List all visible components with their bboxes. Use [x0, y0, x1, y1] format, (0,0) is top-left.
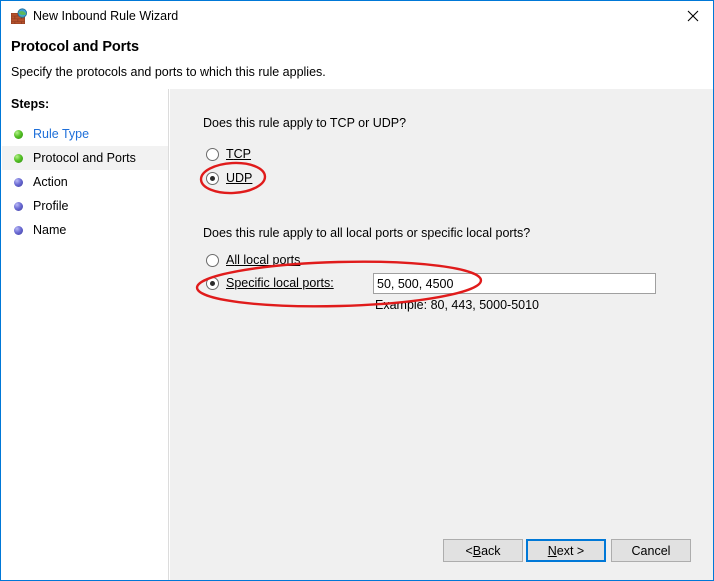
radio-udp-label: UDP — [226, 171, 253, 185]
radio-all-local-ports[interactable]: All local ports — [206, 253, 300, 267]
radio-udp-indicator — [206, 171, 219, 185]
ports-question: Does this rule apply to all local ports … — [203, 226, 531, 240]
title-bar: New Inbound Rule Wizard — [1, 1, 713, 32]
window-title: New Inbound Rule Wizard — [33, 9, 179, 23]
step-bullet-icon — [14, 201, 23, 211]
radio-udp[interactable]: UDP — [206, 171, 252, 185]
specific-local-ports-input[interactable] — [373, 273, 656, 294]
radio-tcp-indicator — [206, 147, 219, 161]
next-button[interactable]: Next > — [526, 539, 606, 562]
sidebar-item-protocol-and-ports[interactable]: Protocol and Ports — [2, 146, 168, 170]
step-bullet-icon — [14, 153, 23, 163]
back-button[interactable]: < Back — [443, 539, 523, 562]
step-bullet-icon — [14, 129, 23, 139]
ports-example-text: Example: 80, 443, 5000-5010 — [375, 298, 540, 312]
steps-sidebar: Steps: Rule Type Protocol and Ports Acti… — [2, 89, 169, 580]
sidebar-item-label: Protocol and Ports — [33, 151, 136, 165]
sidebar-item-label: Profile — [33, 199, 69, 213]
radio-all-local-ports-indicator — [206, 253, 219, 267]
radio-tcp[interactable]: TCP — [206, 147, 251, 161]
wizard-window: New Inbound Rule Wizard Protocol and Por… — [0, 0, 714, 581]
firewall-wall-globe-icon — [10, 8, 28, 26]
page-header: Protocol and Ports Specify the protocols… — [2, 32, 713, 89]
sidebar-item-rule-type[interactable]: Rule Type — [2, 122, 168, 146]
radio-tcp-label: TCP — [226, 147, 252, 161]
radio-all-local-ports-label: All local ports — [226, 253, 301, 267]
radio-specific-local-ports-label: Specific local ports: — [226, 276, 334, 290]
cancel-button[interactable]: Cancel — [611, 539, 691, 562]
radio-specific-local-ports[interactable]: Specific local ports: — [206, 276, 334, 290]
step-bullet-icon — [14, 177, 23, 187]
steps-label: Steps: — [11, 97, 50, 111]
sidebar-item-label: Action — [33, 175, 68, 189]
radio-specific-local-ports-indicator — [206, 276, 219, 290]
sidebar-item-name[interactable]: Name — [2, 218, 168, 242]
sidebar-item-label: Rule Type — [33, 127, 90, 141]
sidebar-item-action[interactable]: Action — [2, 170, 168, 194]
protocol-question: Does this rule apply to TCP or UDP? — [203, 116, 407, 130]
page-title: Protocol and Ports — [11, 39, 139, 55]
page-subtitle: Specify the protocols and ports to which… — [11, 65, 326, 79]
sidebar-item-label: Name — [33, 223, 67, 237]
step-bullet-icon — [14, 225, 23, 235]
close-icon[interactable] — [671, 1, 713, 31]
sidebar-item-profile[interactable]: Profile — [2, 194, 168, 218]
main-panel: Does this rule apply to TCP or UDP? TCP … — [170, 89, 713, 580]
